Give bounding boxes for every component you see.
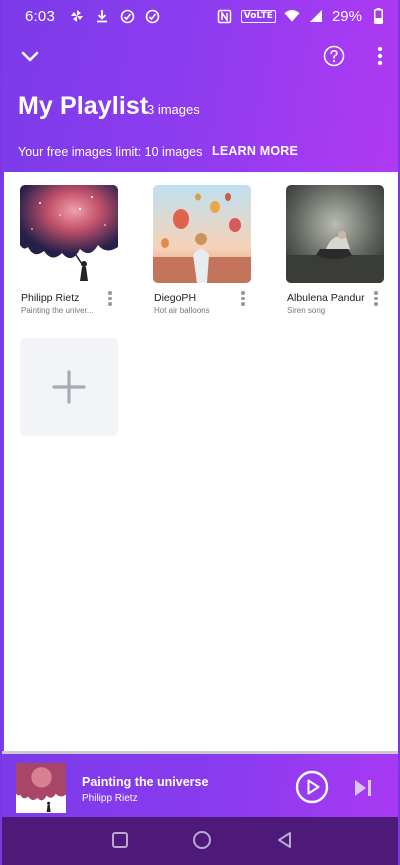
playlist-card[interactable]: DiegoPH Hot air balloons [153, 185, 251, 315]
now-playing-thumbnail[interactable] [16, 763, 66, 813]
recents-button[interactable] [112, 832, 128, 848]
sync-notification-icon [119, 8, 135, 24]
painting-the-universe-thumbnail[interactable] [20, 185, 118, 283]
battery-percent: 29% [331, 7, 362, 25]
page-title: My Playlist [18, 92, 149, 120]
cell-signal-icon [308, 8, 324, 24]
status-time: 6:03 [25, 7, 55, 25]
more-vertical-icon[interactable] [372, 291, 380, 309]
now-playing-artist: Philipp Rietz [82, 793, 138, 804]
more-vertical-icon[interactable] [239, 291, 247, 309]
chevron-down-icon[interactable] [19, 45, 41, 67]
image-count: 3 images [147, 102, 200, 117]
playlist-header: 6:03 VoLTE 29% My Playlist 3 images Your… [2, 0, 398, 172]
plus-icon [52, 370, 86, 404]
home-button[interactable] [193, 831, 211, 849]
more-vertical-icon[interactable] [368, 44, 392, 68]
free-limit-text: Your free images limit: 10 images [18, 145, 203, 159]
card-artist: DiegoPH [154, 292, 197, 304]
status-bar: 6:03 VoLTE 29% [2, 0, 398, 32]
download-icon [94, 8, 110, 24]
sync-notification-icon-2 [144, 8, 160, 24]
learn-more-link[interactable]: LEARN MORE [212, 144, 298, 158]
back-button[interactable] [276, 831, 294, 849]
card-artist: Philipp Rietz [21, 292, 80, 304]
card-subtitle: Siren song [287, 306, 326, 315]
more-vertical-icon[interactable] [106, 291, 114, 309]
now-playing-bar[interactable]: Painting the universe Philipp Rietz [2, 751, 398, 817]
system-nav-bar [2, 817, 398, 865]
card-subtitle: Hot air balloons [154, 306, 210, 315]
top-action-bar [2, 40, 398, 74]
card-artist: Albulena Panduri [287, 292, 365, 304]
card-subtitle: Painting the univer... [21, 306, 94, 315]
app-frame: 6:03 VoLTE 29% My Playlist 3 images Your… [0, 0, 400, 865]
now-playing-title: Painting the universe [82, 775, 209, 789]
volte-badge: VoLTE [240, 9, 276, 23]
siren-song-thumbnail[interactable] [286, 185, 384, 283]
playlist-grid: Philipp Rietz Painting the univer... Die… [4, 172, 398, 751]
hot-air-balloons-thumbnail[interactable] [153, 185, 251, 283]
skip-next-icon[interactable] [352, 777, 374, 799]
play-circle-icon[interactable] [295, 770, 329, 804]
add-image-button[interactable] [20, 338, 118, 436]
playlist-card[interactable]: Philipp Rietz Painting the univer... [20, 185, 118, 315]
nfc-icon [217, 8, 233, 24]
help-circle-icon[interactable] [322, 44, 346, 68]
playlist-card[interactable]: Albulena Panduri Siren song [286, 185, 384, 315]
battery-icon [370, 8, 386, 24]
pinwheel-notification-icon [69, 8, 85, 24]
wifi-icon [284, 8, 300, 24]
